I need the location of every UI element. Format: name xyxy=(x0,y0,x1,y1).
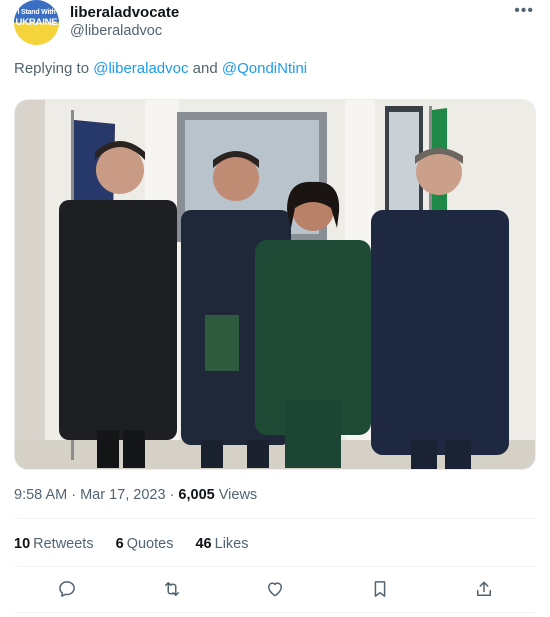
engagement-stats: 10 Retweets 6 Quotes 46 Likes xyxy=(14,536,266,552)
bookmark-button[interactable] xyxy=(367,576,393,602)
like-button[interactable] xyxy=(262,576,288,602)
retweet-icon xyxy=(165,582,179,596)
retweet-button[interactable] xyxy=(159,576,185,602)
tweet-photo[interactable] xyxy=(14,99,536,470)
likes-stat[interactable]: 46 Likes xyxy=(195,536,248,552)
action-bar xyxy=(14,576,536,604)
tweet-header: I Stand With UKRAINE liberaladvocate @li… xyxy=(14,0,536,50)
reply-icon xyxy=(59,581,75,597)
like-icon xyxy=(268,582,282,597)
quotes-label: Quotes xyxy=(126,536,174,552)
likes-label: Likes xyxy=(214,536,249,552)
quotes-stat[interactable]: 6 Quotes xyxy=(116,536,174,552)
timestamp[interactable]: 9:58 AM · Mar 17, 2023 · xyxy=(14,487,174,503)
replying-prefix: Replying to xyxy=(14,60,90,77)
share-icon xyxy=(477,581,491,596)
author-display-name[interactable]: liberaladvocate xyxy=(70,4,179,21)
quotes-count: 6 xyxy=(115,536,124,552)
views-count: 6,005 xyxy=(178,487,215,503)
avatar-line-2: UKRAINE xyxy=(15,17,58,28)
retweets-count: 10 xyxy=(14,536,31,552)
more-horizontal-icon[interactable]: ••• xyxy=(514,2,534,20)
replying-and: and xyxy=(192,60,218,77)
mention-link-2[interactable]: @QondiNtini xyxy=(222,60,307,77)
divider xyxy=(14,518,536,519)
views-label: Views xyxy=(218,487,258,503)
share-button[interactable] xyxy=(471,576,497,602)
avatar[interactable]: I Stand With UKRAINE xyxy=(14,0,59,45)
avatar-line-1: I Stand With xyxy=(17,9,56,16)
photo-illustration xyxy=(15,100,535,469)
reply-button[interactable] xyxy=(54,576,80,602)
divider xyxy=(14,612,536,613)
divider xyxy=(14,566,536,567)
bookmark-icon xyxy=(374,581,386,597)
replying-to: Replying to @liberaladvoc and @QondiNtin… xyxy=(14,60,307,77)
tweet-metadata: 9:58 AM · Mar 17, 2023 · 6,005 Views xyxy=(14,487,257,503)
likes-count: 46 xyxy=(195,536,212,552)
retweets-stat[interactable]: 10 Retweets xyxy=(14,536,94,552)
author-handle[interactable]: @liberaladvoc xyxy=(70,23,162,39)
retweets-label: Retweets xyxy=(33,536,94,552)
mention-link-1[interactable]: @liberaladvoc xyxy=(93,60,188,77)
